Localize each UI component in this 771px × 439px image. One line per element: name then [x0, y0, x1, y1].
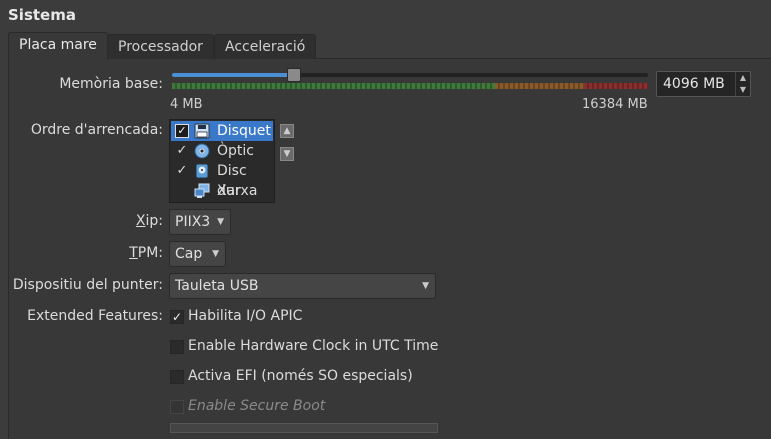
boot-item-disquet[interactable]: ✓ Disquet — [171, 121, 273, 141]
boot-item-label: Disquet — [217, 123, 271, 139]
move-down-icon[interactable]: ▼ — [280, 147, 294, 161]
ioapic-checkbox[interactable]: ✓ — [170, 310, 184, 324]
memory-scale-safe — [172, 83, 495, 89]
extended-label: Extended Features: — [27, 308, 163, 324]
partial-field — [170, 423, 438, 433]
memory-slider-fill — [172, 73, 294, 77]
chipset-label: Xip: — [135, 213, 163, 229]
memory-scale-warning — [495, 83, 584, 89]
chevron-down-icon: ▼ — [422, 281, 429, 291]
boot-order-list[interactable]: ✓ Disquet ✓ Òptic ✓ Disc dur Xarxa — [169, 119, 275, 203]
boot-item-disc-dur[interactable]: ✓ Disc dur — [171, 161, 273, 199]
hard-disk-icon — [195, 163, 209, 179]
memory-max-label: 16384 MB — [582, 97, 648, 112]
tab-acceleracio[interactable]: Acceleració — [214, 34, 317, 59]
memory-value: 4096 MB — [663, 76, 725, 92]
network-icon — [194, 183, 210, 198]
boot-order-label: Ordre d'arrencada: — [30, 122, 163, 138]
check-icon[interactable]: ✓ — [175, 161, 189, 181]
secure-boot-label: Enable Secure Boot — [188, 398, 326, 414]
pointer-label: Dispositiu del punter: — [12, 277, 163, 293]
check-icon[interactable]: ✓ — [175, 141, 189, 161]
checkbox-icon[interactable] — [175, 184, 189, 198]
move-up-icon[interactable]: ▲ — [280, 124, 294, 138]
boot-item-xarxa[interactable]: Xarxa — [171, 181, 273, 201]
pointer-value: Tauleta USB — [175, 278, 259, 294]
chevron-down-icon: ▼ — [212, 249, 219, 259]
efi-checkbox[interactable] — [170, 370, 184, 384]
ioapic-label[interactable]: Habilita I/O APIC — [188, 308, 302, 324]
pointer-combo[interactable]: Tauleta USB ▼ — [169, 273, 436, 299]
memory-spinbox[interactable]: 4096 MB ▲ ▼ — [656, 71, 751, 97]
spin-arrows-icon[interactable]: ▲ ▼ — [735, 72, 750, 96]
tab-processador[interactable]: Processador — [107, 34, 214, 59]
efi-label[interactable]: Activa EFI (només SO especials) — [188, 368, 413, 384]
utc-clock-checkbox[interactable] — [170, 340, 184, 354]
tab-placa-mare[interactable]: Placa mare — [8, 32, 108, 60]
secure-boot-checkbox — [170, 400, 184, 414]
floppy-icon — [194, 123, 210, 139]
memory-scale-danger — [584, 83, 648, 89]
tpm-combo[interactable]: Cap ▼ — [169, 241, 226, 267]
boot-item-optic[interactable]: ✓ Òptic — [171, 141, 273, 161]
optical-disc-icon — [194, 143, 210, 159]
boot-item-label: Òptic — [217, 143, 254, 159]
chipset-combo[interactable]: PIIX3 ▼ — [169, 209, 231, 235]
memory-min-label: 4 MB — [170, 97, 203, 112]
utc-clock-label[interactable]: Enable Hardware Clock in UTC Time — [188, 338, 438, 354]
checkbox-icon[interactable]: ✓ — [175, 124, 189, 138]
chevron-down-icon: ▼ — [217, 217, 224, 227]
memory-slider-handle[interactable] — [287, 68, 301, 82]
tpm-label: TPM: — [129, 245, 163, 261]
memory-label: Memòria base: — [59, 76, 163, 92]
section-title: Sistema — [8, 6, 76, 24]
boot-item-label: Xarxa — [217, 183, 258, 199]
tpm-value: Cap — [175, 246, 203, 262]
chipset-value: PIIX3 — [175, 214, 211, 230]
